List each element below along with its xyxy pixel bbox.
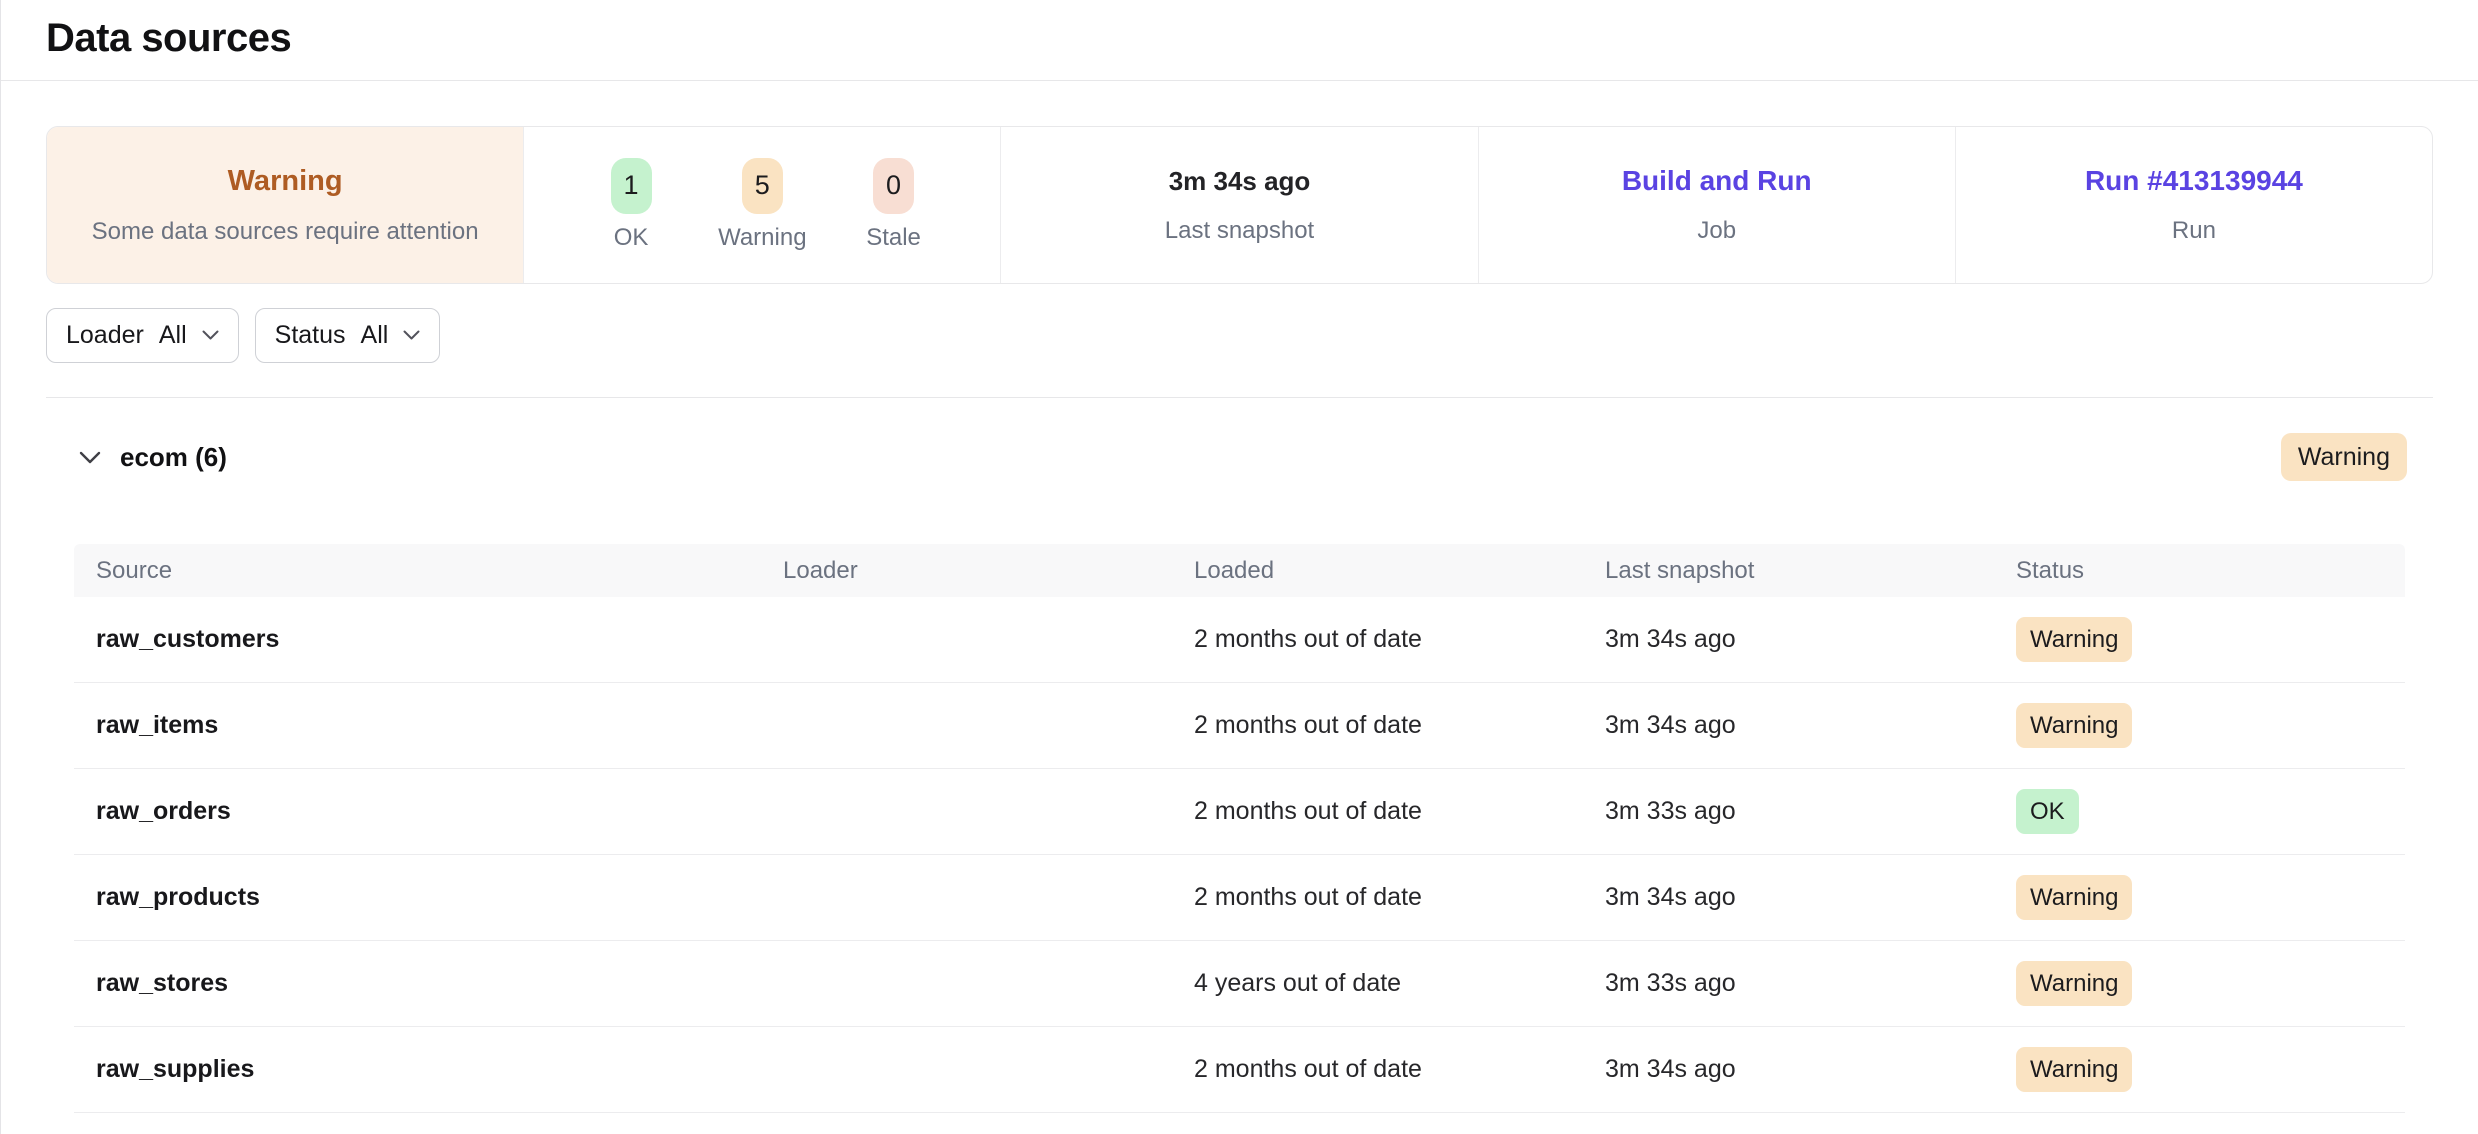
- section-header-ecom: ecom (6) Warning: [46, 428, 2433, 486]
- main-content: Warning Some data sources require attent…: [1, 126, 2478, 1113]
- loaded-cell: 4 years out of date: [1194, 969, 1605, 998]
- status-badge: Warning: [2016, 703, 2132, 749]
- status-cell: Warning: [2016, 875, 2405, 921]
- summary-run-cell: Run #413139944 Run: [1955, 127, 2432, 283]
- loaded-cell: 2 months out of date: [1194, 883, 1605, 912]
- overall-status-label: Warning: [228, 165, 343, 198]
- count-ok: 1 OK: [596, 158, 666, 252]
- job-label: Job: [1697, 217, 1736, 245]
- last-snapshot-cell: 3m 34s ago: [1605, 883, 2016, 912]
- column-header-last-snapshot: Last snapshot: [1605, 557, 2016, 585]
- chevron-down-icon: [79, 451, 101, 464]
- data-sources-table: Source Loader Loaded Last snapshot Statu…: [74, 544, 2405, 1113]
- table-row[interactable]: raw_products 2 months out of date 3m 34s…: [74, 855, 2405, 941]
- status-badge: Warning: [2016, 961, 2132, 1007]
- status-badge: OK: [2016, 789, 2079, 835]
- source-cell: raw_stores: [74, 969, 783, 998]
- loader-filter-value: All: [159, 321, 187, 350]
- job-link[interactable]: Build and Run: [1622, 165, 1812, 197]
- table-row[interactable]: raw_items 2 months out of date 3m 34s ag…: [74, 683, 2405, 769]
- column-header-loader: Loader: [783, 557, 1194, 585]
- source-cell: raw_supplies: [74, 1055, 783, 1084]
- table-header-row: Source Loader Loaded Last snapshot Statu…: [74, 544, 2405, 597]
- status-filter-value: All: [361, 321, 389, 350]
- summary-counts-cell: 1 OK 5 Warning 0 Stale: [523, 127, 1000, 283]
- warning-count-pill: 5: [742, 158, 783, 214]
- source-cell: raw_orders: [74, 797, 783, 826]
- summary-job-cell: Build and Run Job: [1478, 127, 1955, 283]
- count-stale: 0 Stale: [859, 158, 929, 252]
- last-snapshot-value: 3m 34s ago: [1169, 166, 1311, 197]
- stale-count-label: Stale: [866, 224, 921, 252]
- chevron-down-icon: [403, 330, 420, 341]
- run-label: Run: [2172, 217, 2216, 245]
- column-header-loaded: Loaded: [1194, 557, 1605, 585]
- status-badge: Warning: [2016, 617, 2132, 663]
- status-cell: OK: [2016, 789, 2405, 835]
- table-row[interactable]: raw_stores 4 years out of date 3m 33s ag…: [74, 941, 2405, 1027]
- loaded-cell: 2 months out of date: [1194, 625, 1605, 654]
- summary-status-cell: Warning Some data sources require attent…: [47, 127, 523, 283]
- warning-count-label: Warning: [718, 224, 806, 252]
- ok-count-label: OK: [614, 224, 649, 252]
- source-cell: raw_products: [74, 883, 783, 912]
- count-warning: 5 Warning: [718, 158, 806, 252]
- column-header-status: Status: [2016, 557, 2405, 585]
- status-cell: Warning: [2016, 617, 2405, 663]
- loaded-cell: 2 months out of date: [1194, 711, 1605, 740]
- stale-count-pill: 0: [873, 158, 914, 214]
- last-snapshot-cell: 3m 34s ago: [1605, 711, 2016, 740]
- status-filter-name: Status: [275, 321, 346, 350]
- overall-status-description: Some data sources require attention: [92, 218, 479, 246]
- status-cell: Warning: [2016, 1047, 2405, 1093]
- table-row[interactable]: raw_supplies 2 months out of date 3m 34s…: [74, 1027, 2405, 1113]
- source-cell: raw_items: [74, 711, 783, 740]
- section-status-badge: Warning: [2281, 433, 2407, 482]
- last-snapshot-cell: 3m 34s ago: [1605, 625, 2016, 654]
- page-header: Data sources: [1, 0, 2478, 81]
- last-snapshot-cell: 3m 34s ago: [1605, 1055, 2016, 1084]
- last-snapshot-cell: 3m 33s ago: [1605, 797, 2016, 826]
- status-cell: Warning: [2016, 703, 2405, 749]
- page-title: Data sources: [46, 16, 2433, 61]
- loaded-cell: 2 months out of date: [1194, 797, 1605, 826]
- loader-filter-name: Loader: [66, 321, 144, 350]
- source-cell: raw_customers: [74, 625, 783, 654]
- status-filter-dropdown[interactable]: Status All: [255, 308, 441, 363]
- last-snapshot-label: Last snapshot: [1165, 217, 1314, 245]
- loader-filter-dropdown[interactable]: Loader All: [46, 308, 239, 363]
- summary-last-snapshot-cell: 3m 34s ago Last snapshot: [1000, 127, 1477, 283]
- table-row[interactable]: raw_orders 2 months out of date 3m 33s a…: [74, 769, 2405, 855]
- status-badge: Warning: [2016, 1047, 2132, 1093]
- status-badge: Warning: [2016, 875, 2132, 921]
- loaded-cell: 2 months out of date: [1194, 1055, 1605, 1084]
- last-snapshot-cell: 3m 33s ago: [1605, 969, 2016, 998]
- column-header-source: Source: [74, 557, 783, 585]
- table-row[interactable]: raw_customers 2 months out of date 3m 34…: [74, 597, 2405, 683]
- filters-row: Loader All Status All: [46, 308, 2433, 398]
- status-cell: Warning: [2016, 961, 2405, 1007]
- section-title: ecom (6): [120, 442, 227, 473]
- chevron-down-icon: [202, 330, 219, 341]
- summary-card: Warning Some data sources require attent…: [46, 126, 2433, 284]
- ok-count-pill: 1: [611, 158, 652, 214]
- run-link[interactable]: Run #413139944: [2085, 165, 2303, 197]
- section-collapse-toggle[interactable]: ecom (6): [79, 442, 227, 473]
